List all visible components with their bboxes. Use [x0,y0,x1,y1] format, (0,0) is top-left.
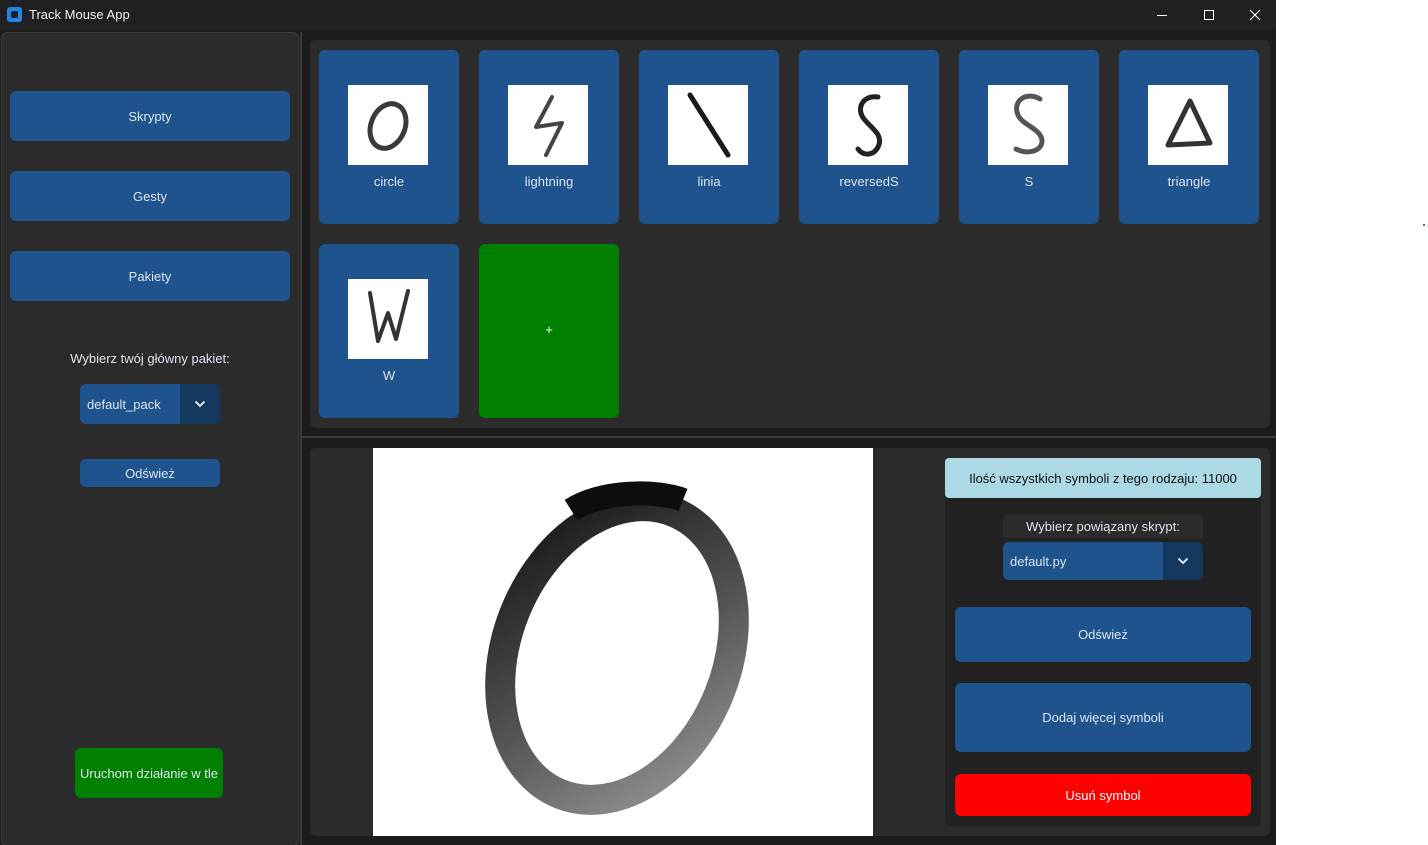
symbol-count-label: Ilość wszystkich symboli z tego rodzaju:… [945,458,1261,498]
gesture-tile-linia[interactable]: linia [639,50,779,224]
pack-prompt-label: Wybierz twój główny pakiet: [70,351,230,366]
w-gesture-icon [348,279,428,359]
pack-select-value: default_pack [87,396,161,412]
app-icon [7,7,22,22]
gesture-tile-s[interactable]: S [959,50,1099,224]
tile-label: lightning [524,174,574,189]
sidebar: Skrypty Gesty Pakiety Wybierz twój główn… [1,32,299,845]
gesture-info-card: Ilość wszystkich symboli z tego rodzaju:… [945,458,1261,826]
script-select-value: default.py [1010,553,1067,569]
chevron-down-icon[interactable] [180,384,220,424]
circle-gesture-icon [348,85,428,165]
sidebar-refresh-button[interactable]: Odśwież [80,459,220,487]
gesture-tile-reversed-s[interactable]: reversedS [799,50,939,224]
tile-label: triangle [1167,174,1211,189]
gesture-preview-image [373,448,873,836]
gesture-tile-lightning[interactable]: lightning [479,50,619,224]
gesture-detail: Ilość wszystkich symboli z tego rodzaju:… [310,448,1270,836]
pack-select[interactable]: default_pack [80,384,220,424]
title-bar: Track Mouse App [0,0,1276,30]
minimize-icon [1157,15,1167,16]
script-select[interactable]: default.py [1003,542,1203,580]
delete-symbol-button[interactable]: Usuń symbol [955,774,1251,816]
tile-label: S [1024,174,1034,189]
app-window: Track Mouse App Skrypty Gesty Pakiety Wy… [0,0,1276,845]
plus-icon: + [545,322,553,337]
script-prompt-label: Wybierz powiązany skrypt: [1003,514,1203,538]
tile-label: W [382,368,396,383]
minimize-button[interactable] [1139,0,1185,30]
lightning-gesture-icon [508,85,588,165]
close-button[interactable] [1232,0,1276,30]
add-more-symbols-button[interactable]: Dodaj więcej symboli [955,683,1251,752]
gesture-tile-circle[interactable]: circle [319,50,459,224]
tile-label: linia [697,174,721,189]
line-gesture-icon [668,85,748,165]
gesture-grid: circle lightning linia reversedS S trian… [310,40,1270,428]
maximize-button[interactable] [1186,0,1232,30]
tile-label: circle [373,174,405,189]
chevron-down-icon[interactable] [1163,542,1203,580]
scripts-button[interactable]: Skrypty [10,91,290,141]
tile-label: reversedS [839,174,899,189]
run-background-button[interactable]: Uruchom działanie w tle [75,748,223,798]
window-title: Track Mouse App [29,7,130,22]
packages-button[interactable]: Pakiety [10,251,290,301]
gesture-tile-triangle[interactable]: triangle [1119,50,1259,224]
s-gesture-icon [988,85,1068,165]
detail-refresh-button[interactable]: Odśwież [955,607,1251,662]
gesture-detail-panel: Ilość wszystkich symboli z tego rodzaju:… [300,438,1276,845]
triangle-gesture-icon [1148,85,1228,165]
maximize-icon [1204,10,1214,20]
close-icon [1249,9,1261,21]
stray-pixel [1423,224,1425,226]
add-gesture-button[interactable]: + [479,244,619,418]
gesture-grid-panel: circle lightning linia reversedS S trian… [300,32,1276,438]
gestures-button[interactable]: Gesty [10,171,290,221]
reversed-s-gesture-icon [828,85,908,165]
gesture-tile-w[interactable]: W [319,244,459,418]
